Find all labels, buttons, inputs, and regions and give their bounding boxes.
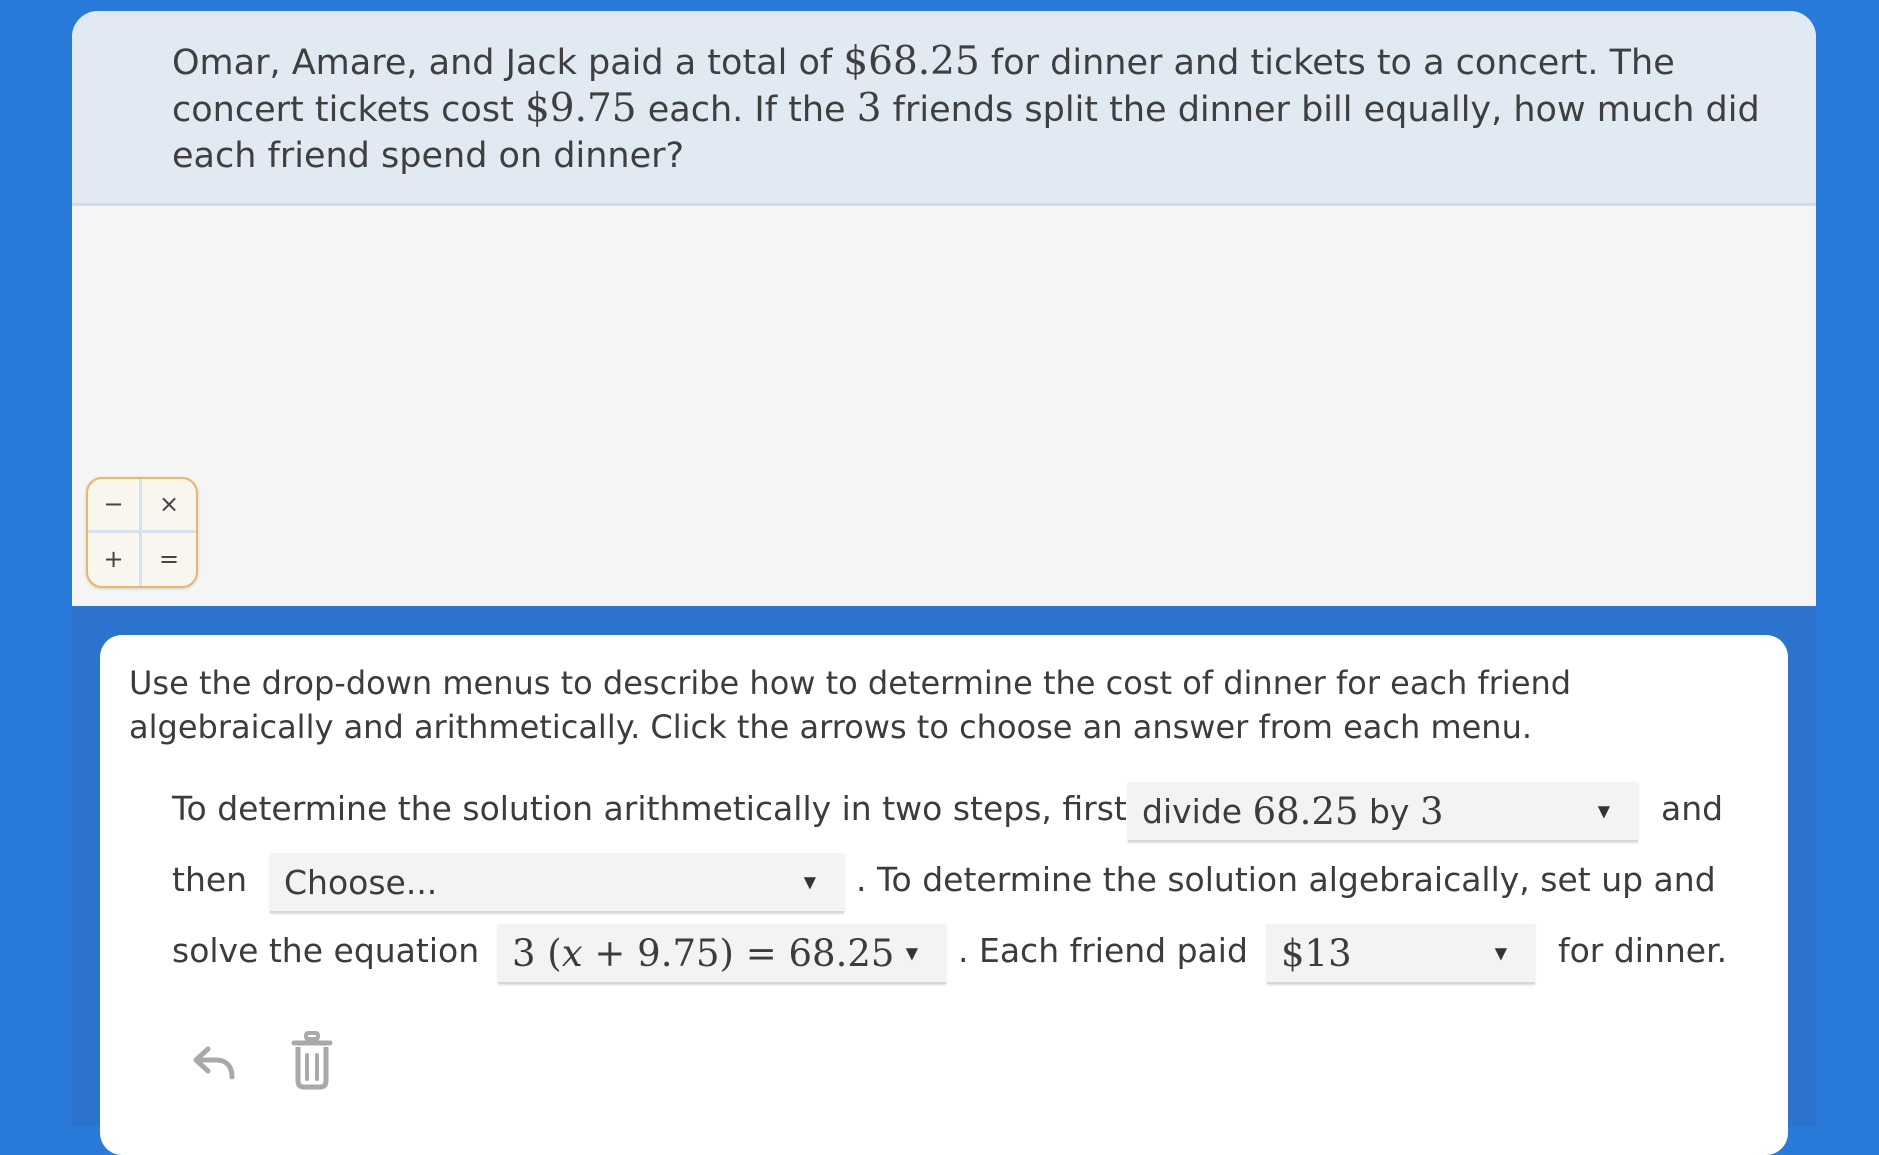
question-ticket-price: $9.75 bbox=[524, 86, 637, 131]
question-part: Omar, Amare, and Jack paid a total of bbox=[172, 43, 844, 83]
equation-variable: x bbox=[561, 931, 583, 975]
sentence-text: . Each friend paid bbox=[958, 931, 1248, 970]
equation-coefficient: 3 bbox=[512, 931, 536, 975]
problem-card: Omar, Amare, and Jack paid a total of $6… bbox=[72, 11, 1816, 606]
question-num-friends: 3 bbox=[856, 86, 882, 131]
sentence-text: . To determine the solution algebraicall… bbox=[856, 860, 1716, 899]
answer-panel: Use the drop-down menus to describe how … bbox=[100, 635, 1788, 1155]
undo-icon[interactable] bbox=[192, 1041, 236, 1085]
dropdown-number: 3 bbox=[1419, 789, 1444, 833]
equation-dropdown[interactable]: 3 (x + 9.75) = 68.25 ▼ bbox=[498, 924, 946, 984]
dropdown-text: divide bbox=[1142, 791, 1253, 831]
dropdown-number: 68.25 bbox=[1252, 789, 1359, 833]
plus-key[interactable]: + bbox=[88, 532, 142, 586]
trash-icon[interactable] bbox=[290, 1031, 334, 1091]
sentence-text: solve the equation bbox=[172, 931, 480, 970]
second-step-dropdown[interactable]: Choose... ▼ bbox=[270, 853, 844, 913]
answer-dropdown[interactable]: $13 ▼ bbox=[1267, 924, 1535, 984]
calculator-pad[interactable]: − × + = bbox=[86, 477, 198, 588]
dropdown-answer-value: $13 bbox=[1281, 931, 1352, 975]
sentence-text: To determine the solution arithmetically… bbox=[172, 789, 1127, 828]
sentence-text: and bbox=[1661, 789, 1724, 828]
chevron-down-icon: ▼ bbox=[905, 943, 918, 963]
equation-paren: ( bbox=[535, 931, 562, 975]
equals-key[interactable]: = bbox=[142, 533, 196, 587]
dropdown-text: by bbox=[1358, 791, 1420, 831]
equation-rest: + 9.75) = 68.25 bbox=[582, 931, 895, 975]
minus-key[interactable]: − bbox=[88, 479, 142, 533]
sentence-text: then bbox=[172, 860, 248, 899]
times-key[interactable]: × bbox=[142, 479, 196, 533]
chevron-down-icon: ▼ bbox=[1494, 943, 1507, 963]
instructions-text: Use the drop-down menus to describe how … bbox=[129, 664, 1572, 746]
dropdown-placeholder: Choose... bbox=[284, 862, 438, 902]
sentence-text: for dinner. bbox=[1558, 931, 1728, 970]
chevron-down-icon: ▼ bbox=[1597, 801, 1610, 821]
question-text: Omar, Amare, and Jack paid a total of $6… bbox=[72, 11, 1816, 206]
question-total: $68.25 bbox=[843, 39, 980, 84]
question-part: each. If the bbox=[636, 90, 857, 130]
first-step-dropdown[interactable]: divide 68.25 by 3 ▼ bbox=[1128, 782, 1638, 842]
scratch-workspace[interactable] bbox=[72, 206, 1816, 606]
chevron-down-icon: ▼ bbox=[803, 872, 816, 892]
